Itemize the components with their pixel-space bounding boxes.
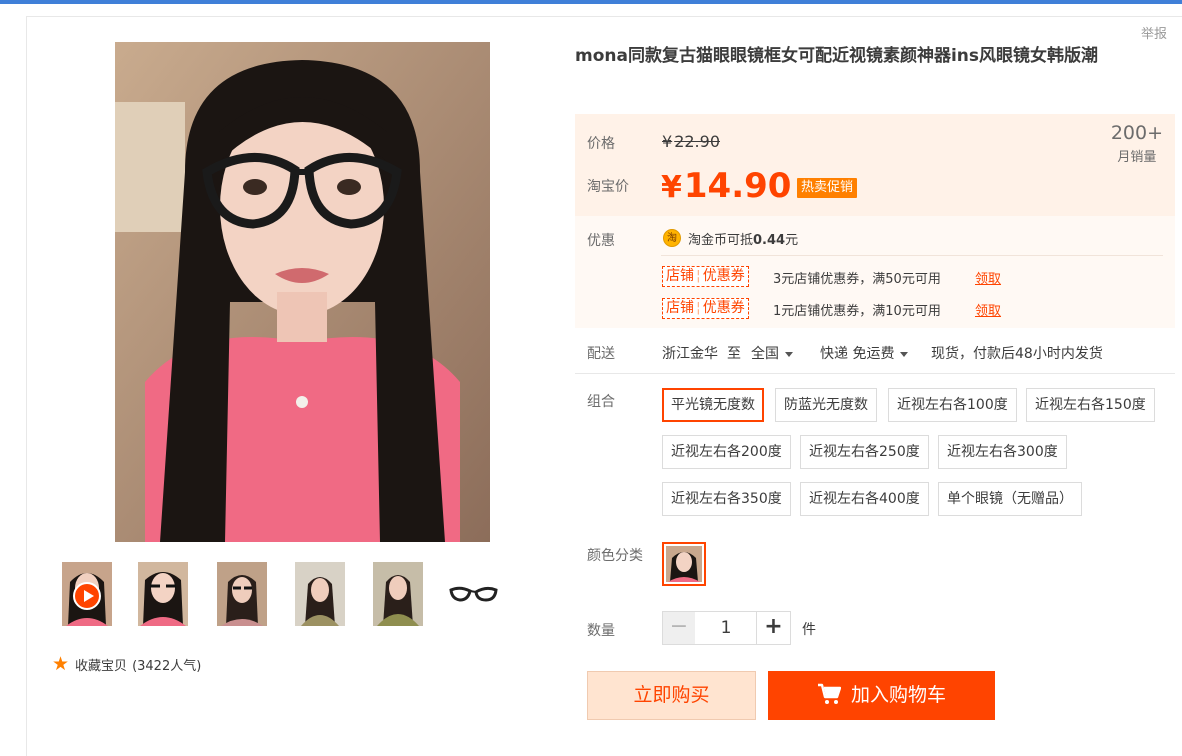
combo-option[interactable]: 近视左右各400度 bbox=[800, 482, 929, 516]
taobao-price-label: 淘宝价 bbox=[587, 179, 629, 195]
combo-option[interactable]: 单个眼镜（无赠品） bbox=[938, 482, 1082, 516]
price-panel: 价格 ¥22.90 淘宝价 ¥14.90 热卖促销 200+ 月销量 bbox=[575, 114, 1175, 216]
ship-to-word: 至 bbox=[727, 346, 741, 362]
combo-option[interactable]: 近视左右各350度 bbox=[662, 482, 791, 516]
promo-label: 优惠 bbox=[587, 233, 615, 249]
coin-offer: 淘金币可抵0.44元 bbox=[688, 233, 799, 248]
thumbnail-glasses[interactable] bbox=[448, 562, 500, 626]
shipping-row: 配送 浙江金华 至 全国 快递 免运费 现货，付款后48小时内发货 bbox=[575, 330, 1175, 374]
chevron-down-icon bbox=[785, 351, 793, 357]
ship-from: 浙江金华 bbox=[662, 346, 718, 362]
destination-select[interactable]: 全国 bbox=[751, 343, 793, 363]
quantity-increase-button[interactable]: + bbox=[756, 611, 791, 645]
combo-option[interactable]: 近视左右各100度 bbox=[888, 388, 1017, 422]
sales-label: 月销量 bbox=[1117, 150, 1157, 165]
combo-option-selected[interactable]: 平光镜无度数 bbox=[662, 388, 764, 422]
thumbnail-4[interactable] bbox=[295, 562, 345, 626]
thumbnail-strip bbox=[60, 562, 520, 628]
promo-panel: 优惠 淘 淘金币可抵0.44元 店铺 ¦ 优惠券 3元店铺优惠券，满50元可用 领取… bbox=[575, 216, 1175, 328]
promo-tag-badge: 热卖促销 bbox=[797, 178, 858, 198]
shipping-method-select[interactable]: 快递 免运费 bbox=[820, 343, 909, 363]
thumbnail-5[interactable] bbox=[373, 562, 423, 626]
model-photo bbox=[115, 42, 490, 542]
quantity-label: 数量 bbox=[587, 623, 615, 639]
original-price: ¥22.90 bbox=[662, 132, 720, 151]
favorite-text: 收藏宝贝 bbox=[75, 658, 128, 674]
quantity-unit: 件 bbox=[802, 622, 816, 638]
chevron-down-icon bbox=[900, 351, 909, 357]
combo-option[interactable]: 近视左右各150度 bbox=[1026, 388, 1155, 422]
play-icon[interactable] bbox=[73, 582, 101, 610]
combo-option[interactable]: 近视左右各250度 bbox=[800, 435, 929, 469]
shipping-label: 配送 bbox=[587, 346, 615, 362]
buy-now-button[interactable]: 立即购买 bbox=[587, 671, 756, 720]
add-to-cart-label: 加入购物车 bbox=[850, 684, 946, 706]
combo-label: 组合 bbox=[587, 394, 615, 410]
taobao-coin-icon: 淘 bbox=[663, 229, 681, 247]
promo-divider bbox=[661, 255, 1163, 256]
coupon-tag: 店铺 ¦ 优惠券 bbox=[662, 266, 749, 287]
top-accent-bar bbox=[0, 0, 1182, 4]
current-price: ¥14.90 bbox=[661, 166, 792, 206]
price-label: 价格 bbox=[587, 136, 615, 152]
monthly-sales: 200+ 月销量 bbox=[1111, 120, 1163, 165]
combo-option[interactable]: 近视左右各300度 bbox=[938, 435, 1067, 469]
shipping-note: 现货，付款后48小时内发货 bbox=[931, 346, 1103, 362]
combo-option[interactable]: 近视左右各200度 bbox=[662, 435, 791, 469]
thumbnail-2[interactable] bbox=[138, 562, 188, 626]
coupon-desc: 1元店铺优惠券，满10元可用 bbox=[773, 304, 941, 319]
thumbnail-video[interactable] bbox=[62, 562, 112, 626]
quantity-decrease-button[interactable]: − bbox=[662, 611, 696, 645]
product-title: mona同款复古猫眼眼镜框女可配近视镜素颜神器ins风眼镜女韩版潮 bbox=[575, 46, 1099, 66]
coupon-claim-link[interactable]: 领取 bbox=[975, 268, 1001, 287]
add-to-cart-button[interactable]: 加入购物车 bbox=[768, 671, 995, 720]
main-product-image[interactable] bbox=[115, 42, 490, 542]
favorite-count: (3422人气) bbox=[132, 658, 202, 674]
coupon-claim-link[interactable]: 领取 bbox=[975, 300, 1001, 319]
sales-count: 200+ bbox=[1110, 122, 1163, 144]
star-icon: ★ bbox=[52, 653, 70, 675]
combo-option[interactable]: 防蓝光无度数 bbox=[775, 388, 877, 422]
cart-icon bbox=[817, 683, 842, 704]
coupon-tag: 店铺 ¦ 优惠券 bbox=[662, 298, 749, 319]
coupon-desc: 3元店铺优惠券，满50元可用 bbox=[773, 272, 941, 287]
quantity-input[interactable]: 1 bbox=[695, 611, 757, 645]
color-label: 颜色分类 bbox=[587, 548, 643, 564]
favorite-link[interactable]: ★ 收藏宝贝 (3422人气) bbox=[52, 653, 201, 675]
thumbnail-3[interactable] bbox=[217, 562, 267, 626]
color-swatch-selected[interactable] bbox=[662, 542, 706, 586]
